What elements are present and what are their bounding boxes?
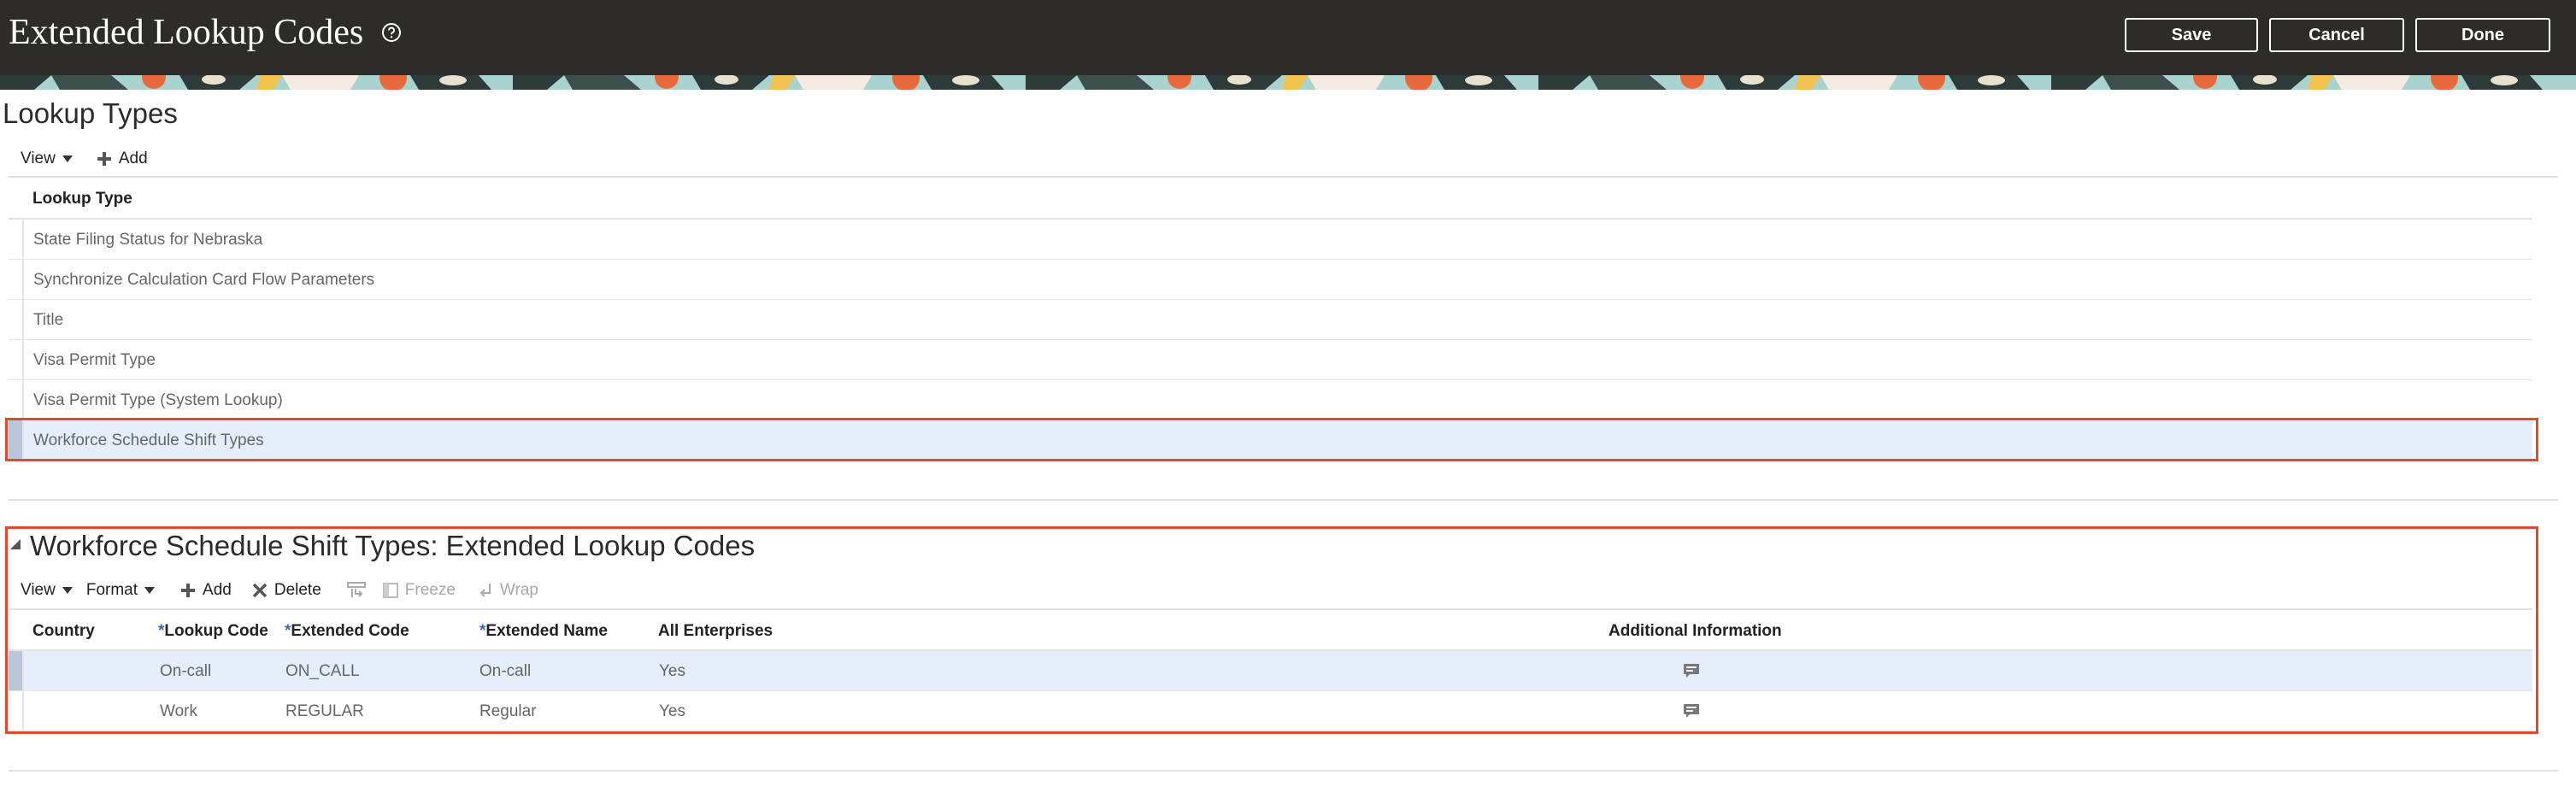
lookup-types-toolbar: View Add xyxy=(21,146,172,172)
app-header: Extended Lookup Codes Save Cancel Done xyxy=(0,0,2576,75)
lookup-code-cell[interactable]: Work xyxy=(160,702,197,721)
lookup-types-title: Lookup Types xyxy=(3,97,178,129)
done-button[interactable]: Done xyxy=(2415,18,2550,52)
all-enterprises-cell[interactable]: Yes xyxy=(659,662,685,681)
view-menu[interactable]: View xyxy=(21,581,73,600)
extended-name-column-header[interactable]: *Extended Name xyxy=(479,622,608,641)
all-enterprises-column-header[interactable]: All Enterprises xyxy=(658,622,773,641)
extended-code-header-label: Extended Code xyxy=(291,622,409,640)
extended-codes-toolbar: View Format Add Delete Freeze Wrap xyxy=(21,578,562,603)
freeze-button[interactable]: Freeze xyxy=(382,581,456,600)
wrap-button[interactable]: Wrap xyxy=(479,581,538,600)
lookup-type-row[interactable]: Visa Permit Type xyxy=(9,340,2532,380)
wrap-label: Wrap xyxy=(499,581,538,599)
chevron-down-icon xyxy=(144,587,156,594)
row-selector[interactable] xyxy=(9,340,24,379)
selected-row-highlight xyxy=(5,418,2538,461)
divider xyxy=(9,176,2558,178)
extended-code-row[interactable]: Work REGULAR Regular Yes xyxy=(9,691,2532,731)
row-selector[interactable] xyxy=(9,691,24,731)
country-column-header[interactable]: Country xyxy=(32,622,95,641)
lookup-code-header-label: Lookup Code xyxy=(164,622,268,640)
add-code-button[interactable]: Add xyxy=(180,581,232,600)
lookup-type-row[interactable]: State Filing Status for Nebraska xyxy=(9,220,2532,260)
delete-x-icon xyxy=(252,583,268,598)
lookup-type-cell: Synchronize Calculation Card Flow Parame… xyxy=(33,271,375,289)
page-title: Extended Lookup Codes xyxy=(9,13,364,52)
lookup-type-cell: State Filing Status for Nebraska xyxy=(33,231,263,249)
extended-name-cell[interactable]: Regular xyxy=(479,702,537,721)
extended-code-cell[interactable]: ON_CALL xyxy=(285,662,360,681)
extended-code-cell[interactable]: REGULAR xyxy=(285,702,364,721)
chevron-down-icon xyxy=(62,156,73,162)
row-selector[interactable] xyxy=(9,380,24,420)
extended-name-header-label: Extended Name xyxy=(485,622,608,640)
chevron-down-icon xyxy=(62,587,73,594)
lookup-type-cell: Visa Permit Type xyxy=(33,351,156,369)
collapse-icon[interactable] xyxy=(9,538,21,550)
wrap-icon xyxy=(479,584,491,597)
extended-code-row[interactable]: On-call ON_CALL On-call Yes xyxy=(9,651,2532,691)
add-label: Add xyxy=(203,581,232,599)
help-icon[interactable] xyxy=(381,22,402,43)
plus-icon xyxy=(181,584,196,597)
all-enterprises-cell[interactable]: Yes xyxy=(659,702,685,721)
freeze-label: Freeze xyxy=(404,581,456,599)
lookup-code-cell[interactable]: On-call xyxy=(160,662,211,681)
detach-button[interactable] xyxy=(346,582,366,599)
additional-information-column-header[interactable]: Additional Information xyxy=(1609,622,1782,641)
lookup-type-column-header[interactable]: Lookup Type xyxy=(32,190,132,208)
plus-icon xyxy=(97,152,111,166)
extended-name-cell[interactable]: On-call xyxy=(479,662,531,681)
divider xyxy=(9,499,2558,501)
extended-code-column-header[interactable]: *Extended Code xyxy=(285,622,409,641)
lookup-type-row[interactable]: Visa Permit Type (System Lookup) xyxy=(9,380,2532,420)
lookup-type-cell: Title xyxy=(33,311,64,329)
cancel-button[interactable]: Cancel xyxy=(2269,18,2404,52)
extended-codes-title: Workforce Schedule Shift Types: Extended… xyxy=(30,530,756,561)
divider xyxy=(9,608,2532,610)
row-selector[interactable] xyxy=(9,300,24,339)
comment-icon[interactable] xyxy=(1683,703,1700,719)
view-menu[interactable]: View xyxy=(21,150,73,168)
lookup-type-row[interactable]: Title xyxy=(9,300,2532,340)
view-menu-label: View xyxy=(21,150,56,167)
row-selector[interactable] xyxy=(9,220,24,259)
lookup-code-column-header[interactable]: *Lookup Code xyxy=(158,622,268,641)
save-button[interactable]: Save xyxy=(2125,18,2258,52)
format-menu-label: Format xyxy=(85,581,138,599)
detach-icon xyxy=(346,582,366,597)
format-menu[interactable]: Format xyxy=(85,581,156,600)
lookup-type-cell: Visa Permit Type (System Lookup) xyxy=(33,391,283,409)
comment-icon[interactable] xyxy=(1683,663,1700,678)
row-selector[interactable] xyxy=(9,651,24,690)
freeze-icon xyxy=(382,583,398,598)
add-lookup-type-button[interactable]: Add xyxy=(97,150,148,168)
divider xyxy=(9,770,2558,772)
decorative-banner xyxy=(0,75,2576,90)
delete-label: Delete xyxy=(273,581,321,599)
delete-code-button[interactable]: Delete xyxy=(252,581,321,600)
lookup-type-row[interactable]: Synchronize Calculation Card Flow Parame… xyxy=(9,260,2532,300)
add-label: Add xyxy=(118,150,148,167)
view-menu-label: View xyxy=(21,581,56,599)
row-selector[interactable] xyxy=(9,260,24,299)
